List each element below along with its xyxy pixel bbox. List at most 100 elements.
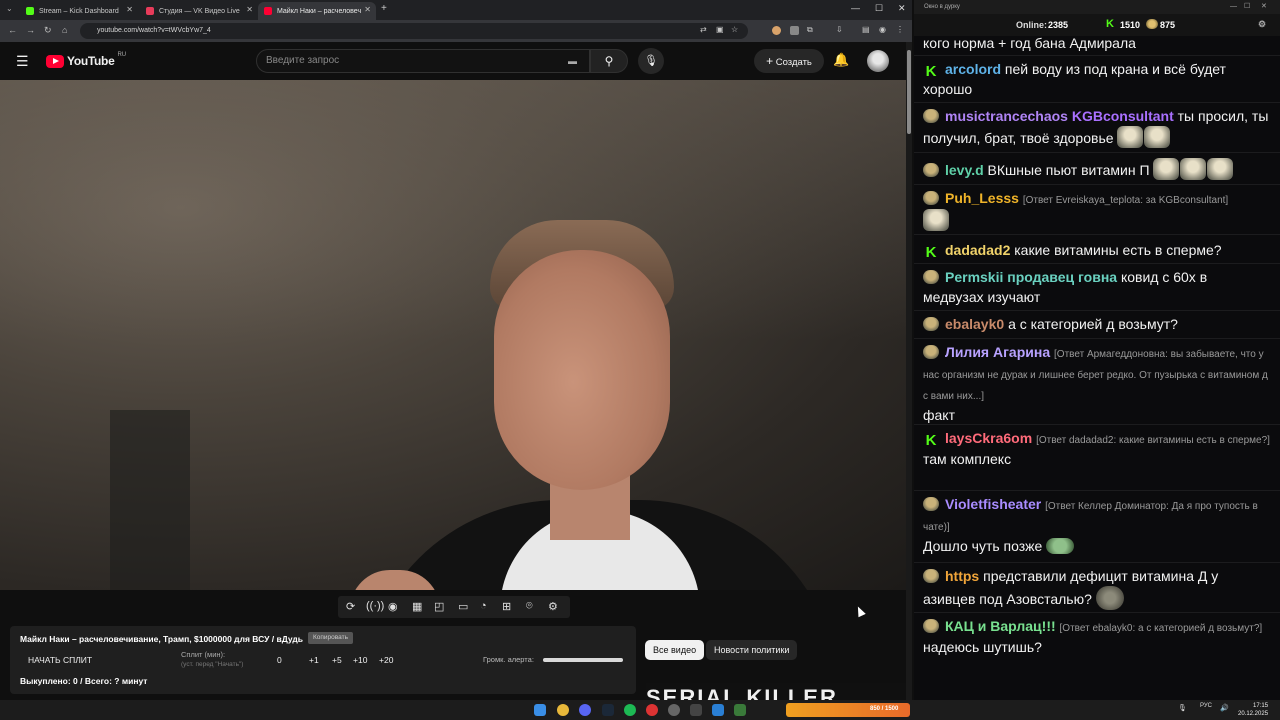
chat-divider [914,152,1280,153]
obs-icon[interactable] [646,704,658,716]
chip-all-videos[interactable]: Все видео [645,640,705,660]
close-tab-icon[interactable]: ✕ [126,5,133,14]
notifications-bell-icon[interactable]: 🔔 [833,52,849,68]
screenshot-camera-icon[interactable]: ⌾ [526,600,533,613]
add-to-queue-icon[interactable]: ⊞ [502,600,511,613]
chat-message: levy.d ВКшные пьют витамин П [923,158,1271,180]
reload-icon[interactable]: ↻ [44,25,52,36]
app-icon[interactable] [734,704,746,716]
loop-icon[interactable]: ⟳ [346,600,355,613]
back-icon[interactable]: ← [8,25,17,35]
broadcast-icon[interactable]: ((·)) [366,600,384,612]
chip-politics-news[interactable]: Новости политики [706,640,798,660]
address-bar: ← → ↻ ⌂ youtube.com/watch?v=tWVcbYw7_4 ⇄… [0,20,912,42]
extension-icon[interactable] [772,26,781,35]
side-panel-icon[interactable]: ▤ [862,25,870,34]
video-player[interactable] [0,80,906,590]
start-split-button[interactable]: НАЧАТЬ СПЛИТ [28,655,92,665]
settings-gear-icon[interactable]: ⚙ [548,600,558,613]
search-input[interactable]: Введите запрос ▬ [256,49,590,73]
page-scrollbar[interactable] [906,42,912,700]
theater-icon[interactable]: ▭ [458,600,468,613]
chat-username[interactable]: Лилия Агарина [945,344,1050,360]
close-tab-icon[interactable]: ✕ [246,5,253,14]
spotify-icon[interactable] [624,704,636,716]
hamburger-menu-icon[interactable]: ☰ [16,53,29,70]
search-button[interactable]: ⚲ [590,49,628,73]
translate-icon[interactable]: ⇄ [700,25,707,34]
settings-gear-icon[interactable]: ⚙ [1258,19,1266,30]
maximize-icon[interactable]: ☐ [1244,0,1250,14]
menu-dots-icon[interactable]: ⋮ [896,25,904,34]
youtube-favicon-icon [264,7,272,15]
telegram-icon[interactable] [712,704,724,716]
chat-username[interactable]: arcolord [945,61,1001,77]
avatar[interactable] [867,50,889,72]
kick-viewer-count: 1510 [1120,20,1141,30]
chrome-icon[interactable] [557,704,569,716]
discord-icon[interactable] [579,704,591,716]
keyboard-icon[interactable]: ▬ [568,50,577,72]
extensions-puzzle-icon[interactable]: ⧉ [807,25,813,35]
start-windows-icon[interactable] [534,704,546,716]
url-field[interactable]: youtube.com/watch?v=tWVcbYw7_4 [80,23,748,39]
kick-badge-icon: K [923,64,939,79]
recommended-video-thumbnail[interactable]: SERIAL KILLER [646,683,906,700]
download-icon[interactable]: ⇩ [836,25,843,34]
split-add-20-button[interactable]: +20 [379,655,393,665]
tab-kick-dashboard[interactable]: Stream – Kick Dashboard ✕ [20,2,138,20]
clip-icon[interactable]: ▦ [412,600,422,613]
user-badge-icon [923,109,939,123]
voice-search-button[interactable]: 🎙 [638,48,664,74]
chat-username[interactable]: Violetfisheater [945,496,1041,512]
picture-in-picture-icon[interactable]: ◰ [434,600,444,613]
bookmark-star-icon[interactable]: ☆ [731,25,738,34]
home-icon[interactable]: ⌂ [62,25,67,35]
chat-username[interactable]: КАЦ и Варлац!!! [945,618,1056,634]
chat-username[interactable]: https [945,568,979,584]
system-clock[interactable]: 17:15 20.12.2025 [1238,702,1268,718]
mic-tray-icon[interactable]: 🎙 [1178,704,1187,712]
tab-vk-studio[interactable]: Студия — VK Видео Live ✕ [140,2,258,20]
minimize-icon[interactable]: — [1230,0,1237,14]
steam-icon[interactable] [602,704,614,716]
close-window-icon[interactable]: ✕ [1261,0,1267,14]
page-scrollbar-thumb[interactable] [907,50,911,134]
extension-icon[interactable] [790,26,799,35]
tab-search-icon[interactable]: ⌄ [6,4,13,13]
chat-username[interactable]: musictrancechaos [945,108,1068,124]
chat-username[interactable]: ebalayk0 [945,316,1004,332]
minimize-icon[interactable]: — [851,3,860,13]
close-window-icon[interactable]: ✕ [898,3,906,14]
tray-progress-widget[interactable]: 850 / 1500 [786,703,910,717]
split-add-10-button[interactable]: +10 [353,655,367,665]
copy-title-button[interactable]: Копировать [308,632,353,644]
chat-username[interactable]: laysCkra6om [945,430,1032,446]
close-tab-icon[interactable]: ✕ [364,5,371,14]
chat-username[interactable]: Permskii продавец говна [945,269,1117,285]
alert-volume-slider[interactable] [543,658,623,662]
chat-username[interactable]: dadadad2 [945,242,1010,258]
new-tab-icon[interactable]: + [381,3,387,14]
profile-icon[interactable]: ◉ [879,25,886,34]
screen-share-icon[interactable]: ▣ [716,25,724,34]
speed-icon[interactable]: ◔ [480,600,487,612]
tab-youtube-video[interactable]: Майкл Наки – расчеловеч ✕ [258,2,376,20]
keyboard-language[interactable]: РУС [1200,703,1212,709]
maximize-icon[interactable]: ☐ [875,3,883,14]
app-icon[interactable] [690,704,702,716]
create-button[interactable]: + Создать [754,49,824,73]
chat-message: https представили дефицит витамина Д у а… [923,566,1271,610]
create-label: Создать [775,57,812,68]
chat-mention[interactable]: KGBconsultant [1072,108,1174,124]
youtube-logo[interactable]: YouTube RU [46,52,126,68]
split-add-5-button[interactable]: +5 [332,655,342,665]
forward-icon[interactable]: → [26,25,35,35]
tab-label: Майкл Наки – расчеловеч [277,7,362,15]
split-add-1-button[interactable]: +1 [309,655,319,665]
watch-icon[interactable]: ◉ [388,600,398,613]
chat-username[interactable]: levy.d [945,162,984,178]
app-icon[interactable] [668,704,680,716]
chat-username[interactable]: Puh_Lesss [945,190,1019,206]
volume-icon[interactable]: 🔊 [1220,704,1229,712]
